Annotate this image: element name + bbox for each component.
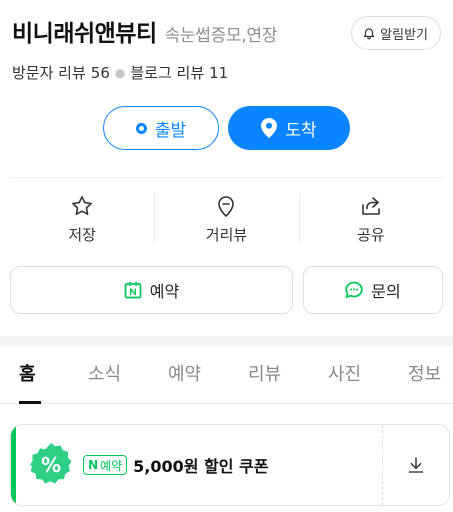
star-icon <box>72 195 93 215</box>
download-icon <box>408 457 424 473</box>
arrive-label: 도착 <box>285 120 317 141</box>
section-gap <box>0 336 453 346</box>
tab-reservation[interactable]: 예약 <box>168 360 201 386</box>
visitor-review-count: 56 <box>90 64 110 82</box>
coupon-card: % N 예약 5,000원 할인 쿠폰 <box>10 424 450 506</box>
street-view-label: 거리뷰 <box>205 225 248 244</box>
bell-icon <box>363 28 375 40</box>
alert-button[interactable]: 알림받기 <box>351 16 441 50</box>
inquiry-button[interactable]: 문의 <box>303 266 443 314</box>
blog-review-link[interactable]: 블로그 리뷰 11 <box>130 62 228 83</box>
coupon-download-button[interactable] <box>383 425 449 505</box>
reserve-button[interactable]: 예약 <box>10 266 293 314</box>
alert-label: 알림받기 <box>380 27 428 43</box>
place-category: 속눈썹증모,연장 <box>164 26 278 46</box>
active-tab-indicator <box>19 401 41 404</box>
street-view-pin-icon <box>218 195 235 217</box>
blog-review-label: 블로그 리뷰 <box>130 64 205 82</box>
reserve-inquiry-row: 예약 문의 <box>10 266 443 314</box>
save-button[interactable]: 저장 <box>10 186 154 252</box>
naver-reserve-tag: N 예약 <box>83 455 128 475</box>
route-buttons: 출발 도착 <box>0 106 453 150</box>
naver-calendar-icon <box>124 281 142 299</box>
badge-percent: % <box>40 453 62 477</box>
tab-home[interactable]: 홈 <box>19 360 36 386</box>
visitor-review-link[interactable]: 방문자 리뷰 56 <box>12 62 110 83</box>
tab-news[interactable]: 소식 <box>88 360 121 386</box>
stats-separator: ● <box>114 65 126 80</box>
discount-badge-icon: % <box>28 442 74 488</box>
save-label: 저장 <box>68 225 96 244</box>
reserve-label: 예약 <box>149 282 180 301</box>
coupon-title: 5,000원 할인 쿠폰 <box>133 457 269 476</box>
tab-review[interactable]: 리뷰 <box>248 360 281 386</box>
action-bar: 저장 거리뷰 공유 <box>10 186 443 252</box>
share-button[interactable]: 공유 <box>298 186 443 252</box>
place-header: 비니래쉬앤뷰티 속눈썹증모,연장 알림받기 <box>12 14 445 54</box>
location-pin-icon <box>261 118 278 138</box>
inquiry-label: 문의 <box>371 282 401 301</box>
share-icon <box>362 196 380 215</box>
blog-review-count: 11 <box>209 64 229 82</box>
naver-n-mark: N <box>88 458 99 472</box>
depart-label: 출발 <box>154 120 187 141</box>
share-label: 공유 <box>357 225 385 244</box>
tab-photo[interactable]: 사진 <box>328 360 361 386</box>
depart-button[interactable]: 출발 <box>103 106 219 150</box>
tab-info[interactable]: 정보 <box>408 360 441 386</box>
section-divider <box>10 177 443 178</box>
arrive-button[interactable]: 도착 <box>228 106 350 150</box>
naver-reserve-tag-label: 예약 <box>100 458 123 473</box>
visitor-review-label: 방문자 리뷰 <box>12 64 86 82</box>
street-view-button[interactable]: 거리뷰 <box>154 186 298 252</box>
review-stats: 방문자 리뷰 56 ● 블로그 리뷰 11 <box>12 62 228 83</box>
tab-bar: 홈 소식 예약 리뷰 사진 정보 <box>0 346 453 404</box>
origin-ring-icon <box>135 122 147 134</box>
place-name: 비니래쉬앤뷰티 <box>12 21 157 47</box>
chat-bubble-icon <box>345 281 363 299</box>
coupon-body[interactable]: % N 예약 5,000원 할인 쿠폰 <box>16 425 382 505</box>
